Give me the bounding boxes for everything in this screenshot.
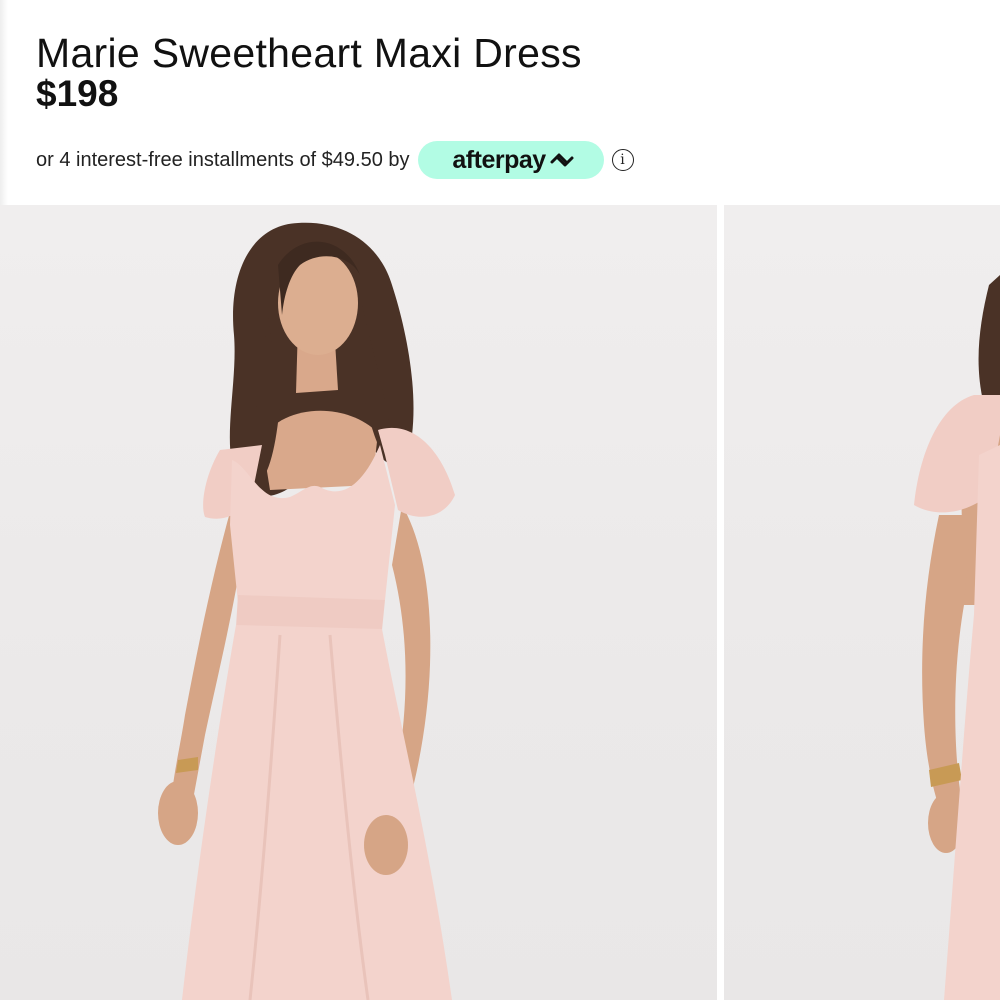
- afterpay-badge[interactable]: afterpay: [417, 141, 604, 179]
- left-edge-shadow: [0, 0, 8, 205]
- info-circle-icon[interactable]: i: [611, 149, 634, 171]
- product-image-front[interactable]: [0, 205, 717, 1000]
- product-image-side[interactable]: [724, 205, 1000, 1000]
- product-image-gallery: [0, 205, 1000, 1000]
- product-title: Marie Sweetheart Maxi Dress: [36, 30, 582, 77]
- installments-text: or 4 interest-free installments of $49.5…: [36, 148, 410, 171]
- afterpay-arrows-icon: [549, 150, 575, 170]
- installments-row: or 4 interest-free installments of $49.5…: [36, 141, 634, 179]
- afterpay-logo: afterpay: [452, 145, 546, 174]
- product-price: $198: [36, 73, 119, 114]
